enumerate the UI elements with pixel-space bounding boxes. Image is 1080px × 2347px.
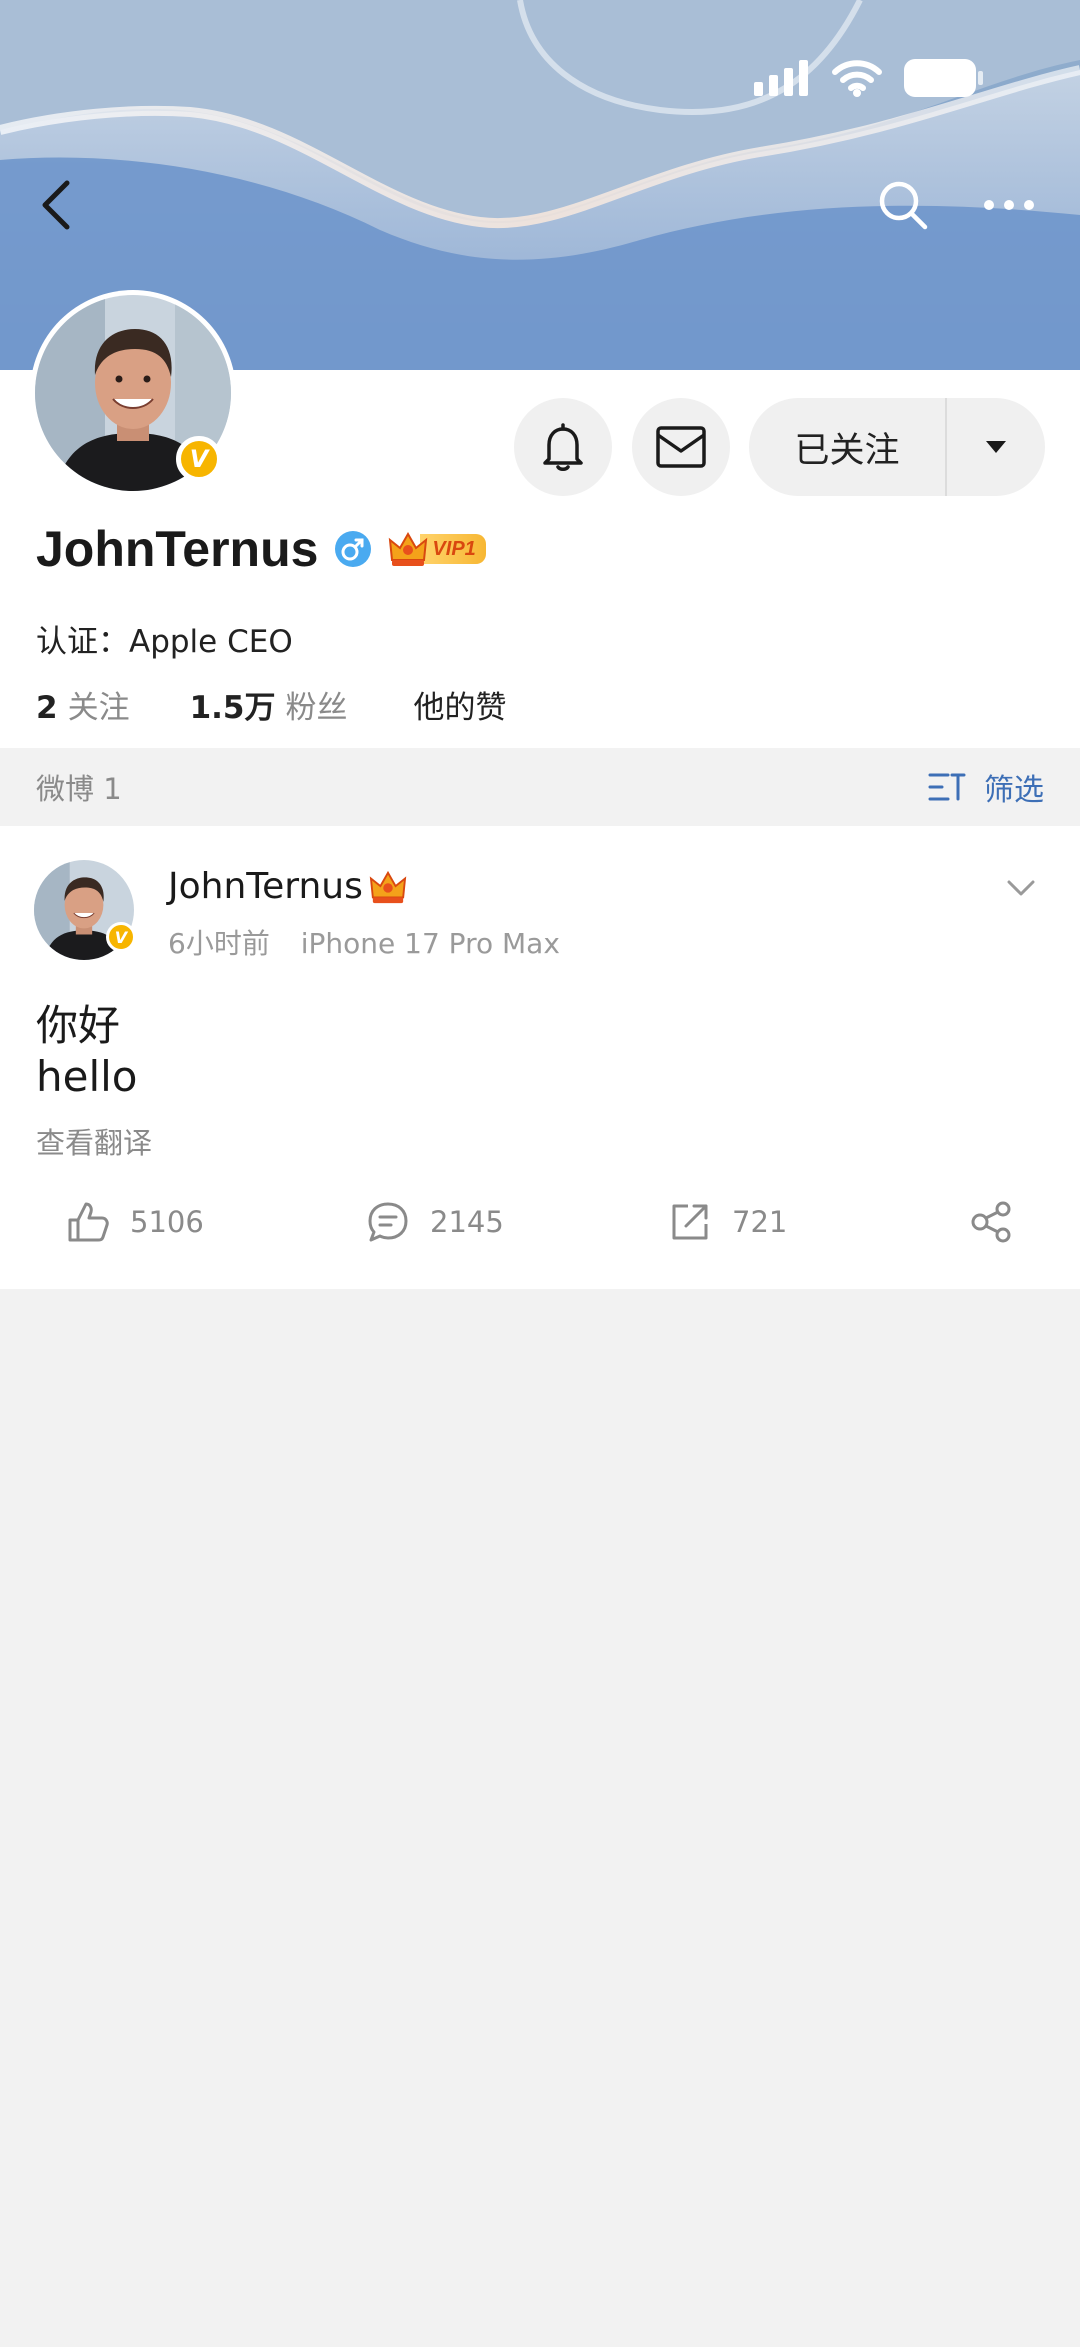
translate-link[interactable]: 查看翻译	[36, 1120, 152, 1162]
crown-icon	[369, 870, 407, 903]
more-button[interactable]	[964, 160, 1054, 250]
caret-down-icon	[986, 441, 1006, 453]
vip-badge[interactable]: VIP1	[388, 531, 486, 567]
profile-stats: 2 关注 1.5万 粉丝 他的赞	[36, 682, 507, 727]
followers-stat[interactable]: 1.5万 粉丝	[190, 682, 348, 727]
like-count: 5106	[130, 1205, 204, 1239]
profile-avatar[interactable]: V	[30, 290, 236, 496]
wifi-icon	[832, 60, 882, 97]
crown-icon	[389, 531, 428, 566]
battery-icon	[904, 59, 983, 97]
likes-stat[interactable]: 他的赞	[414, 682, 507, 727]
profile-name-row: JohnTernus VIP1	[36, 520, 486, 578]
chevron-down-icon	[1007, 880, 1035, 896]
following-label: 关注	[67, 690, 130, 726]
filter-label: 筛选	[984, 773, 1044, 808]
search-button[interactable]	[858, 160, 948, 250]
follow-button-label: 已关注	[794, 430, 900, 471]
vip-level-label: VIP1	[420, 534, 486, 564]
follow-dropdown-button[interactable]	[947, 440, 1045, 454]
post-device: iPhone 17 Pro Max	[300, 927, 560, 960]
search-icon	[879, 181, 928, 230]
repost-icon	[672, 1204, 708, 1240]
filter-button[interactable]: 筛选	[928, 765, 1044, 809]
repost-count: 721	[732, 1205, 788, 1239]
post-author-row[interactable]: JohnTernus	[168, 866, 407, 907]
post-menu-button[interactable]	[996, 868, 1046, 908]
post-text-line: 你好	[36, 1001, 121, 1050]
comment-button[interactable]: 2145	[366, 1200, 504, 1244]
post-card[interactable]: V JohnTernus 6小时前 iPhone 17 Pro Max 你好 h…	[0, 826, 1080, 1289]
verified-badge: V	[176, 436, 222, 482]
follow-button[interactable]: 已关注	[749, 398, 1045, 496]
status-bar	[754, 56, 984, 100]
like-button[interactable]: 5106	[66, 1200, 204, 1244]
share-icon	[971, 1201, 1011, 1243]
post-meta: 6小时前 iPhone 17 Pro Max	[168, 922, 560, 962]
notification-bell-button[interactable]	[514, 398, 612, 496]
post-author-name: JohnTernus	[168, 866, 363, 907]
mail-icon	[656, 426, 706, 468]
followers-label: 粉丝	[285, 690, 348, 726]
filter-icon	[928, 773, 966, 801]
comment-count: 2145	[430, 1205, 504, 1239]
chevron-left-icon	[42, 180, 70, 230]
post-verified-badge-letter: V	[114, 927, 128, 947]
comment-icon	[368, 1202, 408, 1242]
verification-text: 认证：Apple CEO	[36, 624, 293, 660]
signal-icon	[754, 60, 808, 96]
more-horizontal-icon	[984, 200, 1034, 210]
profile-name: JohnTernus	[36, 521, 319, 577]
followers-count: 1.5万	[189, 690, 276, 726]
feed-filter-bar: 微博 1 筛选	[0, 748, 1080, 826]
repost-button[interactable]: 721	[668, 1200, 787, 1244]
male-icon	[335, 531, 372, 567]
post-verified-badge: V	[106, 922, 136, 952]
back-button[interactable]	[12, 160, 102, 250]
share-button[interactable]	[970, 1200, 1014, 1244]
verified-badge-letter: V	[189, 445, 209, 473]
likes-label: 他的赞	[413, 690, 507, 726]
post-count-label: 微博 1	[36, 772, 122, 806]
post-time: 6小时前	[168, 927, 270, 960]
bell-icon	[543, 423, 583, 471]
following-stat[interactable]: 2 关注	[36, 682, 130, 727]
thumbs-up-icon	[68, 1202, 109, 1242]
following-count: 2	[36, 690, 58, 726]
post-text-line: hello	[36, 1052, 138, 1101]
message-button[interactable]	[632, 398, 730, 496]
